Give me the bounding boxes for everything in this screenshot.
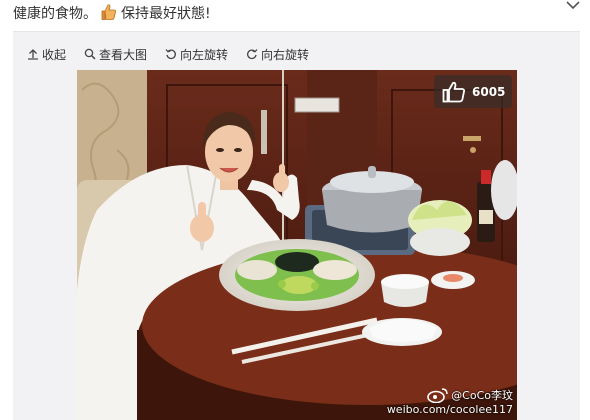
weibo-logo-icon (427, 388, 448, 403)
rotate-right-button[interactable]: 向右旋转 (246, 46, 309, 63)
thumbs-up-icon (442, 81, 465, 102)
watermark-handle: @CoCo李玟 (451, 389, 513, 402)
rotate-left-button[interactable]: 向左旋转 (165, 46, 228, 63)
post-text-part1: 健康的食物。 (13, 6, 97, 22)
collapse-button[interactable]: 收起 (27, 46, 66, 63)
chevron-down-icon[interactable] (566, 0, 580, 10)
post-photo[interactable]: 6005 @CoCo李玟 weibo.com/cocolee117 (77, 70, 517, 420)
collapse-label: 收起 (42, 47, 67, 62)
thumbs-up-emoji-icon (101, 3, 117, 21)
photo-watermark: @CoCo李玟 weibo.com/cocolee117 (387, 387, 513, 417)
rotate-left-icon (165, 49, 176, 60)
post-text-part2: 保持最好狀態! (121, 6, 211, 22)
photo-scene (77, 70, 517, 420)
view-large-label: 查看大图 (99, 47, 148, 62)
rotate-right-icon (247, 49, 258, 60)
media-toolbar: 收起 查看大图 向左旋转 向右旋转 (27, 45, 327, 63)
watermark-handle-row: @CoCo李玟 (387, 387, 513, 403)
like-count: 6005 (472, 84, 506, 99)
magnifier-icon (84, 48, 96, 60)
media-panel: 收起 查看大图 向左旋转 向右旋转 6005 @CoCo李玟 weibo.com… (13, 31, 580, 420)
like-button[interactable]: 6005 (434, 75, 512, 108)
rotate-left-label: 向左旋转 (180, 47, 229, 62)
collapse-icon (28, 49, 38, 60)
watermark-url: weibo.com/cocolee117 (386, 403, 513, 416)
view-large-button[interactable]: 查看大图 (84, 46, 147, 63)
rotate-right-label: 向右旋转 (261, 47, 310, 62)
post-text: 健康的食物。 保持最好狀態! (13, 3, 211, 24)
